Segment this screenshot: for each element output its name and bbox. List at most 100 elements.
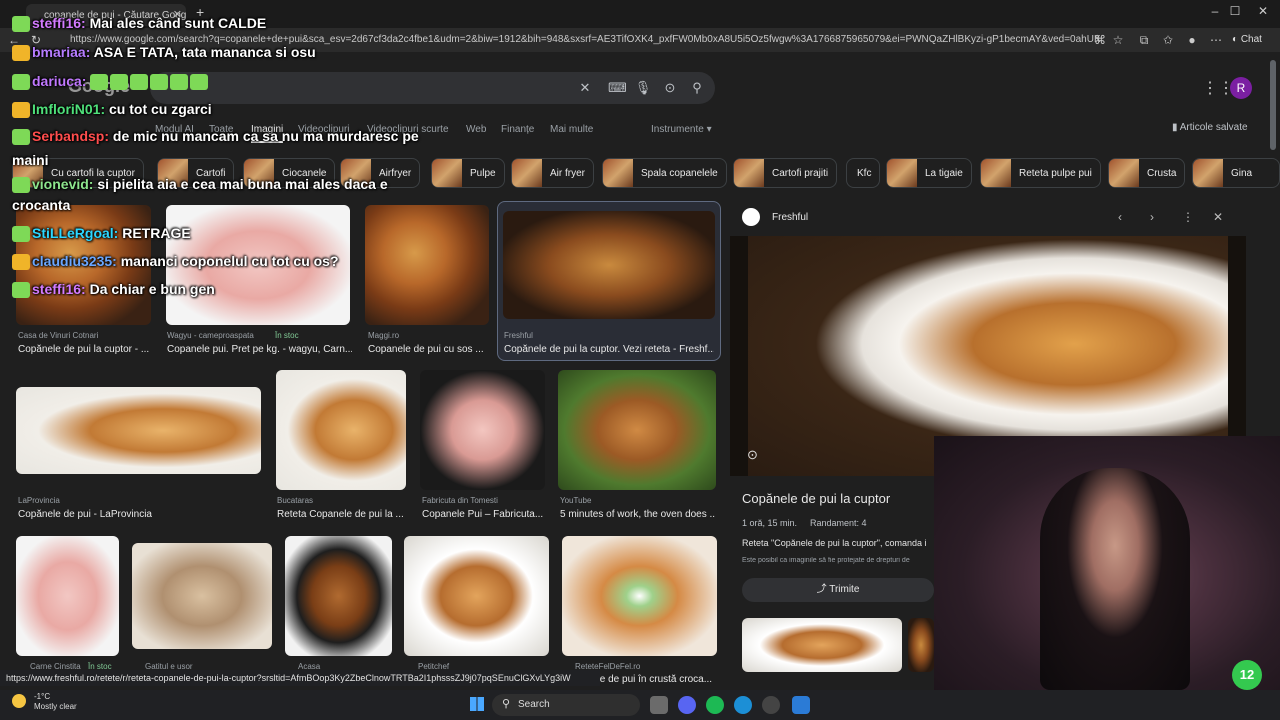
result-image[interactable] [132,543,272,649]
result-image-selected[interactable] [503,211,715,319]
result-source: Wagyu - cameproaspata [167,331,254,340]
result-image[interactable] [16,387,261,474]
filter-chip[interactable]: Air fryer [511,158,594,188]
chat-username: steffi16: [32,15,86,31]
profile-icon[interactable]: ● [1182,30,1202,50]
chat-username: ImfloriN01: [32,101,106,117]
chat-text: mananci coponelul cu tot cu os? [120,253,339,269]
chip-label: Gina [1231,167,1253,179]
nav-tab[interactable]: Mai multe [550,124,593,135]
close-preview-icon[interactable]: ✕ [1213,210,1223,224]
status-url: https://www.freshful.ro/retete/r/reteta-… [0,670,600,686]
nav-tab[interactable]: Web [466,124,486,135]
filter-chip[interactable]: Spala copanelele [602,158,727,188]
chat-badge-icon [12,177,30,194]
clear-search-icon[interactable]: ✕ [576,79,594,97]
result-image[interactable] [285,536,392,656]
chat-text: Mai ales când sunt CALDE [89,15,267,31]
preview-source[interactable]: Freshful [772,212,808,223]
menu-dots-icon[interactable]: ⋯ [1206,30,1226,50]
keyboard-icon[interactable]: ⌨ [608,79,627,97]
filter-chip[interactable]: Cartofi prajiti [733,158,838,188]
lens-search-icon[interactable]: ⊙ [747,447,758,463]
result-caption[interactable]: Reteta Copanele de pui la ... [277,509,407,520]
filter-chip[interactable]: La tigaie [886,158,972,188]
next-icon[interactable]: › [1150,210,1154,224]
chat-username: Serbandsp: [32,128,110,144]
page-scrollbar[interactable] [1270,60,1276,150]
previous-icon[interactable]: ‹ [1118,210,1122,224]
weather-widget[interactable]: -1°C Mostly clear [34,692,77,712]
more-options-icon[interactable]: ⋮ [1182,210,1194,224]
result-source: Fabricuta din Tomesti [422,496,498,505]
copilot-chat-button[interactable]: ◐ Chat [1232,30,1262,50]
viewer-badge: 12 [1232,660,1262,690]
maximize-icon[interactable]: ☐ [1220,4,1250,18]
windows-start-icon[interactable] [470,697,484,711]
result-image[interactable] [420,370,545,490]
spotify-icon[interactable] [706,696,724,714]
chip-label: Kfc [857,167,872,179]
app-icon[interactable] [792,696,810,714]
filter-chip[interactable]: Gina [1192,158,1280,188]
chat-badge-icon [12,102,30,119]
temperature: -1°C [34,692,51,701]
chat-username: dariuca: [32,73,87,89]
preview-title[interactable]: Copănele de pui la cuptor [742,491,890,506]
extensions-icon[interactable]: ⧉ [1134,30,1154,50]
lens-icon[interactable]: ⊙ [661,79,679,97]
result-image[interactable] [365,205,489,325]
chat-text: si pielita aia e cea mai buna mai ales d… [97,176,388,192]
result-source: Casa de Vinuri Cotnari [18,331,99,340]
favorites-icon[interactable]: ✩ [1158,30,1178,50]
result-caption[interactable]: Copănele de pui - LaProvincia [18,509,258,520]
filter-chip[interactable]: Pulpe [431,158,505,188]
filter-chip[interactable]: Crusta [1108,158,1186,188]
result-image[interactable] [562,536,717,656]
search-icon[interactable]: ⚲ [688,79,706,97]
chip-label: Reteta pulpe pui [1019,167,1092,179]
chat-text: maini [12,152,49,168]
weather-icon[interactable] [12,694,26,708]
edge-icon[interactable] [734,696,752,714]
related-image[interactable] [908,618,934,672]
nav-tab[interactable]: Finanțe [501,124,534,135]
result-source: Maggi.ro [368,331,400,340]
tools-button[interactable]: Instrumente ▾ [651,124,712,135]
chat-message: ImfloriN01: cu tot cu zgarci [12,101,212,119]
microphone-icon[interactable]: 🎙 [634,79,652,97]
result-image[interactable] [16,536,119,656]
result-caption[interactable]: Copănele de pui la cuptor - ... [18,344,158,355]
discord-icon[interactable] [678,696,696,714]
account-avatar[interactable]: R [1230,77,1252,99]
in-stock-badge: În stoc [275,331,299,340]
chat-message: vionevid: si pielita aia e cea mai buna … [12,176,388,194]
obs-icon[interactable] [762,696,780,714]
result-caption[interactable]: Copanele de pui cu sos ... [368,344,490,355]
bookmark-star-icon[interactable]: ☆ [1108,30,1128,50]
result-caption[interactable]: ele de pui în crustă croca... [592,674,717,685]
translate-icon[interactable]: ⌘ [1090,30,1110,50]
related-image[interactable] [742,618,902,672]
taskbar-search[interactable]: Search [492,694,640,716]
result-caption[interactable]: 5 minutes of work, the oven does ... [560,509,716,520]
result-caption[interactable]: Copanele pui. Pret pe kg. - wagyu, Carn.… [167,344,352,355]
chip-thumbnail [981,159,1011,187]
filter-chip[interactable]: Reteta pulpe pui [980,158,1101,188]
result-image[interactable] [404,536,549,656]
task-view-icon[interactable] [650,696,668,714]
result-caption[interactable]: Copanele Pui – Fabricuta... [422,509,547,520]
saved-label: Articole salvate [1179,122,1248,133]
chat-text: crocanta [12,197,71,213]
chat-emote-icon [110,74,129,91]
result-image[interactable] [276,370,406,490]
chat-message: dariuca: [12,73,210,91]
share-button[interactable]: ⤴ Trimite [742,578,934,602]
result-image[interactable] [558,370,716,490]
tools-label: Instrumente [651,124,704,135]
filter-chip[interactable]: Kfc [846,158,881,188]
saved-items-link[interactable]: ▮ Articole salvate [1172,122,1248,133]
result-caption[interactable]: Copănele de pui la cuptor. Vezi reteta -… [504,344,714,355]
close-window-icon[interactable]: ✕ [1248,4,1278,18]
search-box[interactable] [150,72,715,104]
